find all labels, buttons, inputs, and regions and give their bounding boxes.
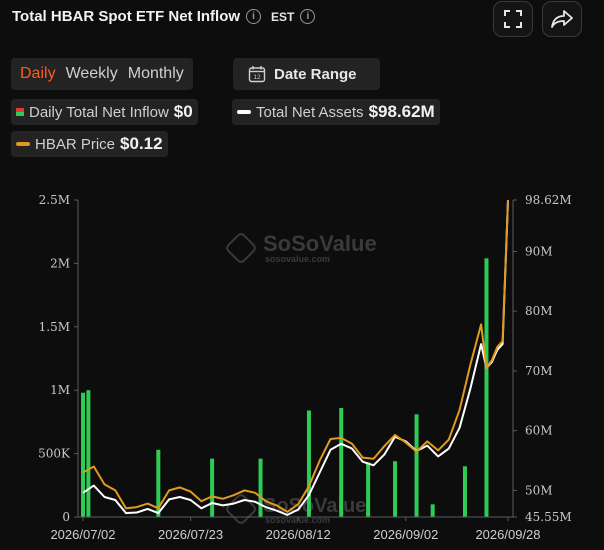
y-left-tick-label: 1.5M <box>39 320 70 334</box>
y-right-tick-label: 45.55M <box>525 510 572 524</box>
inflow-bar <box>462 466 467 517</box>
y-left-tick-label: 1M <box>50 383 70 397</box>
y-left-tick-label: 2M <box>50 256 70 270</box>
x-tick-label: 2026/08/12 <box>266 527 331 542</box>
x-tick-label: 2026/07/02 <box>50 527 115 542</box>
inflow-bar <box>306 410 311 517</box>
y-right-tick-label: 98.62M <box>525 193 572 207</box>
y-right-tick-label: 60M <box>525 424 553 438</box>
y-right-tick-label: 80M <box>525 304 553 318</box>
inflow-bar <box>414 414 419 517</box>
inflow-bar <box>339 407 344 517</box>
inflow-bar <box>393 461 398 517</box>
inflow-bar <box>86 390 91 517</box>
inflow-bar <box>430 504 435 517</box>
y-left-tick-label: 0 <box>62 510 70 524</box>
watermark: SoSoValuesosovalue.comSoSoValuesosovalue… <box>226 231 377 525</box>
inflow-bar <box>210 458 215 517</box>
watermark-logo-icon <box>226 233 256 263</box>
inflow-bar <box>366 462 371 517</box>
inflow-bar <box>258 458 263 517</box>
x-tick-label: 2026/09/28 <box>475 527 540 542</box>
watermark-brand: SoSoValue <box>263 231 377 256</box>
watermark-logo-icon <box>226 494 256 524</box>
inflow-bar <box>484 258 489 517</box>
y-right-tick-label: 70M <box>525 364 553 378</box>
y-right-tick-label: 50M <box>525 483 553 497</box>
y-right-tick-label: 90M <box>525 244 553 258</box>
y-left-tick-label: 500K <box>38 447 71 461</box>
watermark-url: sosovalue.com <box>265 254 330 264</box>
chart-area: SoSoValuesosovalue.comSoSoValuesosovalue… <box>38 193 572 542</box>
x-tick-label: 2026/09/02 <box>373 527 438 542</box>
inflow-bar <box>81 392 85 517</box>
x-tick-label: 2026/07/23 <box>158 527 223 542</box>
y-left-tick-label: 2.5M <box>39 193 70 207</box>
